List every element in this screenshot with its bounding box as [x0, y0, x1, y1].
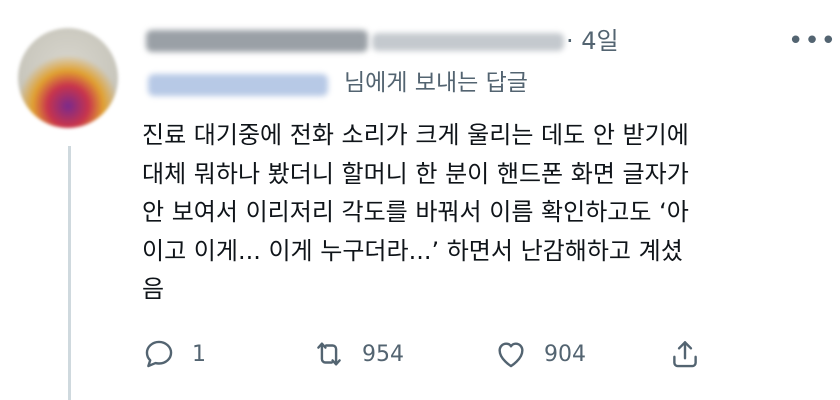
- action-bar: 1 954 904: [0, 334, 840, 374]
- tweet-text-line: 진료 대기중에 전화 소리가 크게 울리는 데도 안 받기에: [142, 121, 689, 149]
- tweet-text-line: 이고 이게... 이게 누구더라...’ 하면서 난감해하고 계셨: [142, 236, 683, 265]
- display-name-redacted[interactable]: [146, 30, 368, 52]
- heart-icon: [498, 342, 524, 368]
- tweet-text-line: 안 보여서 이리저리 각도를 바꿔서 이름 확인하고도 ‘아: [142, 198, 689, 226]
- tweet-text: 진료 대기중에 전화 소리가 크게 울리는 데도 안 받기에 대체 뭐하나 봤더…: [142, 116, 832, 309]
- tweet-text-line: 대체 뭐하나 봤더니 할머니 한 분이 핸드폰 화면 글자가: [142, 159, 689, 188]
- retweet-icon: [317, 342, 341, 366]
- retweet-button[interactable]: 954: [312, 334, 404, 374]
- reply-button[interactable]: 1: [142, 334, 206, 374]
- username-redacted[interactable]: [372, 33, 564, 51]
- like-button[interactable]: 904: [494, 334, 586, 374]
- more-icon[interactable]: •••: [788, 26, 837, 56]
- tweet-text-line: 음: [142, 275, 165, 303]
- share-button[interactable]: [668, 334, 702, 374]
- reply-icon: [145, 340, 173, 368]
- share-icon: [673, 341, 697, 368]
- reply-count: 1: [192, 341, 206, 367]
- avatar[interactable]: [18, 28, 118, 128]
- tweet-timestamp[interactable]: · 4일: [566, 24, 619, 58]
- retweet-count: 954: [362, 341, 404, 367]
- reply-to-label: 님에게 보내는 답글: [344, 70, 528, 96]
- reply-to-handle-redacted[interactable]: [148, 74, 328, 96]
- like-count: 904: [544, 341, 586, 367]
